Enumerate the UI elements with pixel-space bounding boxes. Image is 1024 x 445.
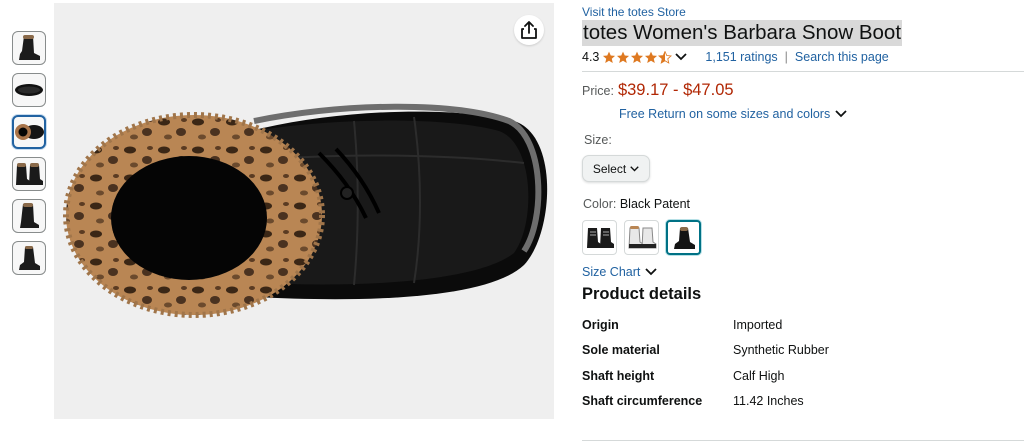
- color-swatch-white[interactable]: [624, 220, 659, 255]
- product-details-table: Origin Imported Sole material Synthetic …: [582, 312, 829, 414]
- star-rating[interactable]: [602, 50, 673, 64]
- chevron-down-icon: [835, 110, 847, 118]
- star-icon: [603, 51, 616, 63]
- color-label: Color:: [583, 197, 617, 211]
- ratings-count-link[interactable]: 1,151 ratings: [705, 50, 777, 64]
- size-chart-link[interactable]: Size Chart: [582, 265, 1024, 279]
- color-value: Black Patent: [619, 197, 691, 211]
- share-icon: [521, 21, 537, 39]
- detail-value: Synthetic Rubber: [733, 343, 829, 358]
- detail-key: Sole material: [582, 343, 660, 358]
- store-link[interactable]: Visit the totes Store: [582, 5, 1024, 19]
- rating-value: 4.3: [582, 50, 600, 64]
- detail-key: Shaft height: [582, 368, 655, 383]
- size-select-label: Select: [592, 161, 627, 176]
- thumbnail-strip: [12, 31, 50, 283]
- color-row: Color: Black Patent: [583, 197, 1024, 211]
- detail-value: 11.42 Inches: [733, 394, 804, 409]
- thumbnail-boot-back[interactable]: [12, 199, 46, 233]
- product-title: totes Women's Barbara Snow Boot: [582, 20, 903, 46]
- detail-value: Calf High: [733, 368, 785, 383]
- half-star-icon: [658, 50, 673, 64]
- price-range: $39.17 - $47.05: [617, 81, 734, 99]
- color-swatch-black[interactable]: [582, 220, 617, 255]
- thumbnail-boot-pair[interactable]: [12, 157, 46, 191]
- star-icon: [631, 51, 644, 63]
- chevron-down-icon[interactable]: [675, 53, 688, 61]
- thumbnail-boot-sole[interactable]: [12, 73, 46, 107]
- size-chart-label: Size Chart: [582, 265, 641, 279]
- detail-key: Origin: [582, 317, 619, 332]
- share-button[interactable]: [514, 15, 544, 45]
- divider: [582, 71, 1024, 72]
- snow-boot-image: [63, 103, 548, 318]
- rating-row: 4.3 1,151 ratings | Search this page: [582, 49, 1024, 65]
- free-return-label: Free Return on some sizes and colors: [619, 107, 831, 121]
- star-icon: [617, 51, 630, 63]
- boot-side-image: [19, 35, 40, 60]
- separator: |: [784, 50, 788, 64]
- boot-pair-image: [16, 163, 43, 185]
- divider: [582, 440, 1024, 441]
- color-swatches: [582, 220, 1024, 255]
- color-swatch-black-patent[interactable]: [666, 220, 701, 255]
- boot-pair-white-image: [627, 225, 656, 248]
- detail-key: Shaft circumference: [582, 394, 703, 409]
- chevron-down-icon: [645, 268, 657, 276]
- table-row: Shaft circumference 11.42 Inches: [582, 389, 829, 415]
- boot-pair-image: [586, 227, 614, 248]
- main-product-image[interactable]: [54, 3, 554, 419]
- star-icon: [645, 51, 658, 63]
- search-this-page-link[interactable]: Search this page: [795, 50, 889, 64]
- boot-sole-image: [15, 84, 43, 96]
- thumbnail-boot-top[interactable]: [12, 115, 46, 149]
- thumbnail-boot-angle[interactable]: [12, 241, 46, 275]
- boot-top-image: [15, 124, 44, 140]
- detail-value: Imported: [733, 317, 783, 332]
- boot-angle-image: [19, 246, 40, 270]
- price-label: Price:: [582, 84, 614, 98]
- product-details-heading: Product details: [582, 285, 702, 303]
- boot-top-image: [673, 226, 695, 249]
- size-select-dropdown[interactable]: Select: [582, 155, 650, 182]
- price-row: Price: $39.17 - $47.05: [582, 81, 1024, 101]
- boot-back-image: [20, 203, 39, 228]
- product-info: Visit the totes Store totes Women's Barb…: [582, 0, 1024, 414]
- table-row: Sole material Synthetic Rubber: [582, 338, 829, 364]
- size-label: Size:: [584, 133, 612, 147]
- table-row: Origin Imported: [582, 312, 829, 338]
- table-row: Shaft height Calf High: [582, 363, 829, 389]
- thumbnail-boot-side[interactable]: [12, 31, 46, 65]
- chevron-down-icon: [630, 165, 639, 171]
- free-return-link[interactable]: Free Return on some sizes and colors: [619, 107, 1024, 121]
